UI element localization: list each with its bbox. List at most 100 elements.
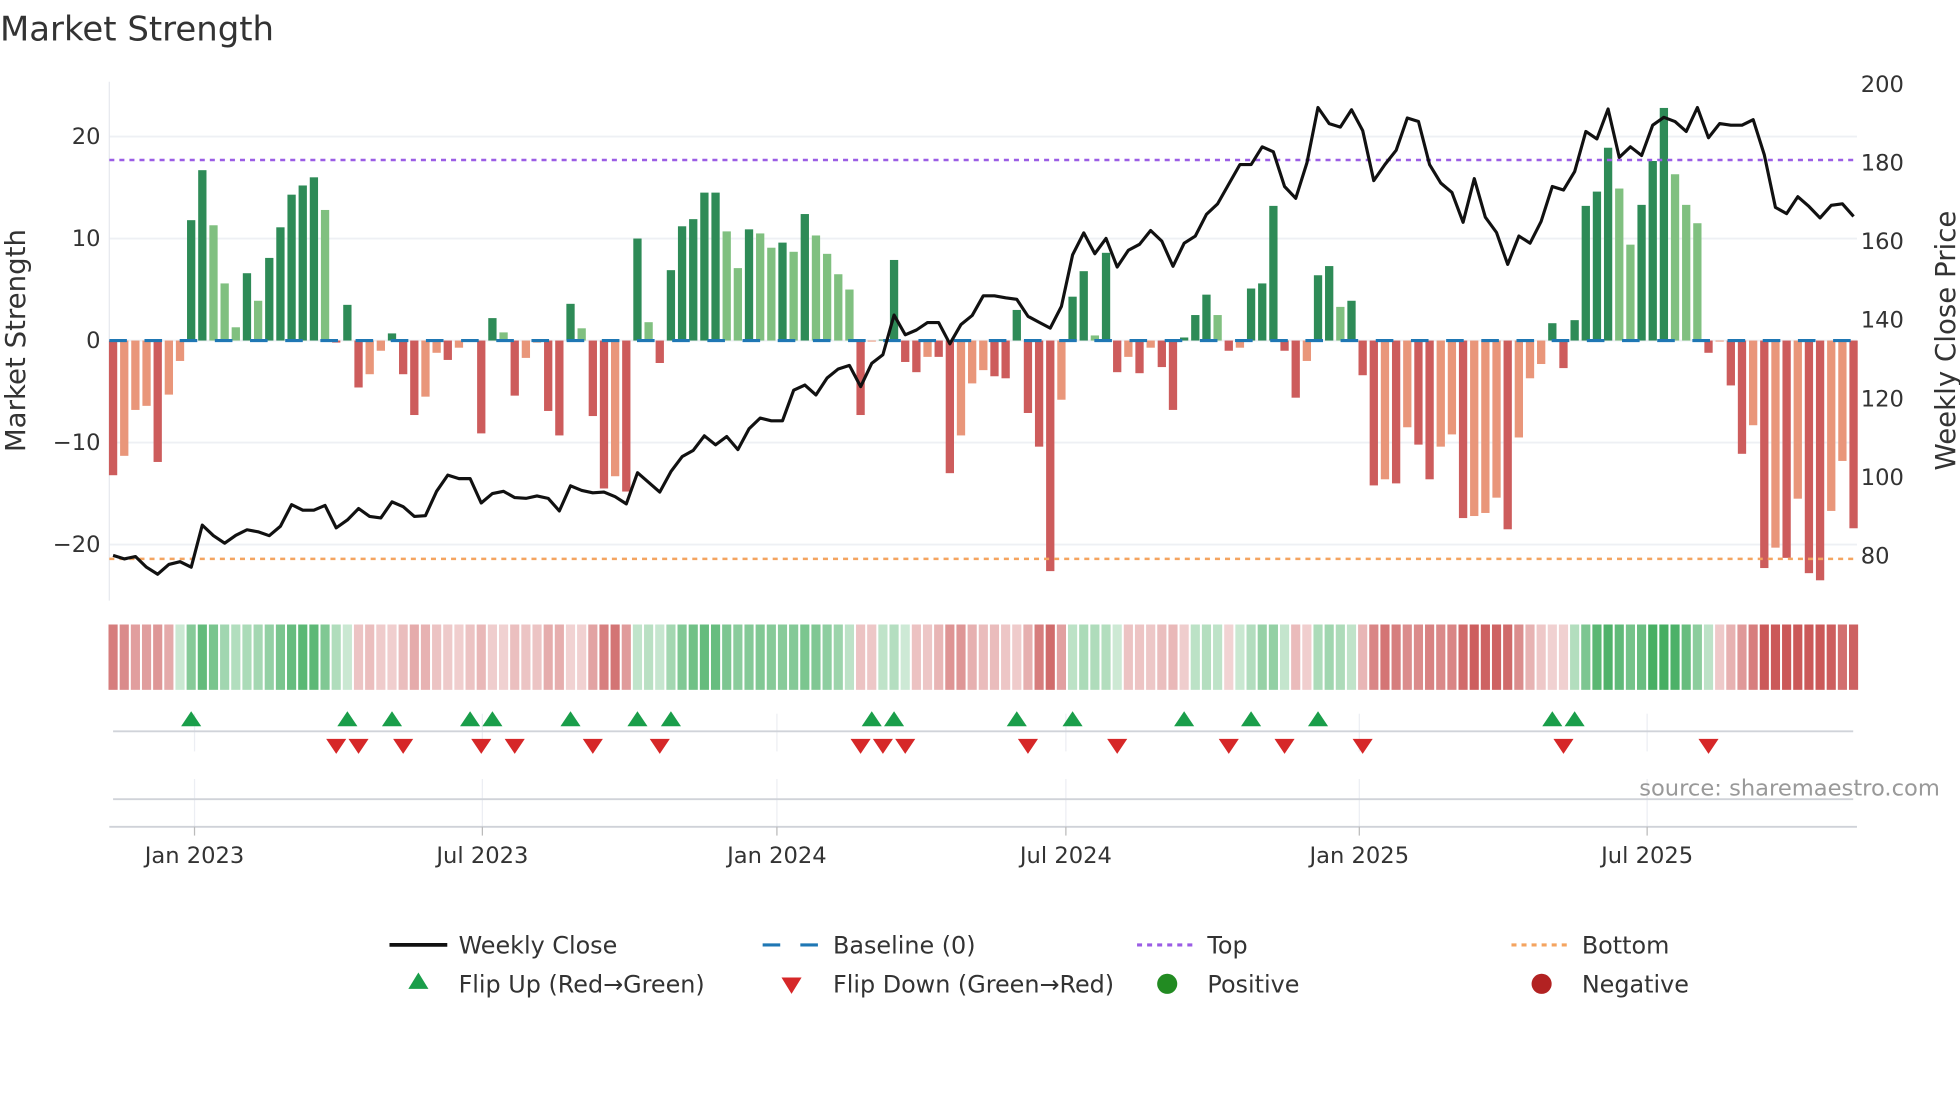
left-axis-ticks: 20 10 0 −10 −20 — [53, 124, 101, 558]
strength-bar — [1470, 340, 1479, 517]
heat-cell — [565, 624, 576, 690]
heat-cell — [153, 624, 163, 690]
strength-bar — [153, 340, 162, 462]
strength-bar — [1113, 340, 1122, 373]
strength-bar — [1124, 340, 1133, 357]
heat-cell — [119, 624, 129, 690]
flip-down-marker — [1017, 738, 1038, 754]
strength-bar — [622, 340, 631, 492]
flip-up-marker — [884, 711, 905, 727]
right-tick-label: 200 — [1861, 72, 1904, 98]
strength-bar — [1458, 340, 1468, 519]
heat-cell — [420, 624, 431, 690]
heat-cell — [1235, 624, 1245, 690]
heat-cell — [900, 624, 910, 690]
heat-cell — [510, 624, 520, 690]
heat-cell — [1157, 624, 1167, 690]
strength-bar — [1648, 160, 1657, 341]
strength-bar — [1191, 315, 1200, 341]
x-tick-label: Jul 2024 — [1018, 843, 1112, 869]
right-tick-label: 80 — [1861, 544, 1890, 570]
strength-bar — [421, 340, 430, 397]
heat-cell — [577, 624, 587, 690]
heat-cell — [543, 624, 553, 690]
heat-cell — [621, 624, 631, 690]
heat-cell — [242, 624, 252, 690]
heat-cell — [688, 624, 698, 690]
strength-bar — [1101, 252, 1111, 341]
heat-cell — [789, 624, 799, 690]
heat-cell — [1715, 624, 1725, 690]
strength-bar — [1804, 340, 1814, 574]
strength-bar — [488, 318, 497, 341]
strength-bar — [1525, 340, 1535, 379]
heat-cell — [331, 624, 341, 690]
heat-cell — [744, 624, 754, 690]
strength-bar — [544, 340, 553, 411]
heat-cell — [666, 624, 676, 690]
heat-cell — [632, 624, 643, 690]
strength-bar — [1168, 340, 1178, 410]
heat-cell — [1268, 624, 1278, 690]
strength-bar — [566, 303, 575, 341]
strength-bar — [1336, 306, 1345, 341]
heat-cell — [1045, 624, 1055, 690]
strength-bar — [231, 327, 240, 341]
strength-bar — [956, 340, 966, 436]
strength-bar — [1358, 340, 1367, 376]
heat-cell — [1302, 624, 1312, 690]
strength-bar — [410, 340, 419, 416]
heat-cell — [208, 624, 219, 690]
strength-bar — [1313, 275, 1323, 341]
heat-cell — [376, 624, 386, 690]
left-tick-label: −20 — [53, 532, 101, 558]
flip-down-marker — [895, 738, 916, 754]
strength-bar — [822, 253, 832, 341]
heat-cell — [1670, 624, 1680, 690]
heat-cell — [677, 624, 687, 690]
strength-bar — [376, 340, 385, 351]
strength-bar — [1414, 340, 1423, 445]
heat-cell — [1815, 624, 1825, 690]
flip-down-marker — [471, 738, 492, 754]
strength-bar — [309, 177, 319, 341]
strength-bar — [1291, 340, 1300, 398]
heat-cell — [164, 624, 174, 690]
heat-cell — [1614, 624, 1624, 690]
flip-up-marker — [337, 711, 358, 727]
flip-down-marker — [1218, 738, 1239, 754]
right-tick-label: 140 — [1861, 308, 1904, 334]
strength-bar — [298, 185, 307, 341]
heat-cell — [1224, 624, 1234, 690]
strength-bar — [800, 214, 809, 341]
strength-bar — [912, 340, 921, 373]
heat-cell — [800, 624, 810, 690]
heat-cell — [1748, 624, 1758, 690]
left-tick-label: 10 — [72, 226, 101, 252]
heat-cell — [476, 624, 486, 690]
flip-up-marker — [660, 711, 681, 727]
heat-cell — [1536, 624, 1546, 690]
strength-bar — [1570, 320, 1579, 341]
strength-bar — [1827, 340, 1836, 511]
strength-bar — [1715, 340, 1724, 342]
heat-cell — [465, 624, 475, 690]
strength-bar — [979, 340, 988, 371]
flip-up-marker — [1307, 711, 1329, 727]
strength-bar — [164, 340, 174, 395]
heat-cell — [186, 624, 196, 690]
strength-bar — [276, 227, 285, 341]
strength-bar — [1693, 223, 1702, 341]
heat-cell — [1782, 624, 1792, 690]
strength-bar — [1425, 340, 1434, 480]
strength-bar — [1068, 296, 1077, 341]
strength-bar — [432, 340, 441, 353]
heat-cell — [978, 624, 988, 690]
strength-bar — [1626, 244, 1635, 341]
strength-bar — [1771, 340, 1780, 548]
strength-bar — [1202, 294, 1211, 341]
heat-cell — [967, 624, 977, 690]
heat-cell — [644, 624, 654, 690]
flip-up-marker — [560, 711, 581, 727]
right-tick-label: 120 — [1861, 386, 1904, 412]
